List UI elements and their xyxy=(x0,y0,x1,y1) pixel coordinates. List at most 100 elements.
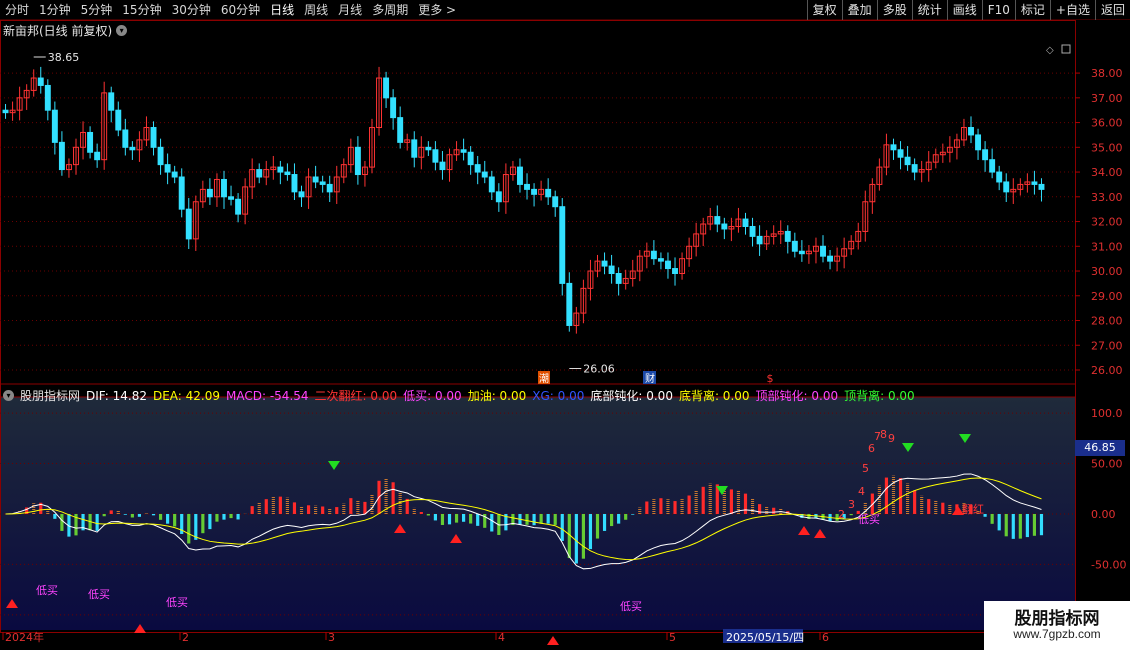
candle-body xyxy=(87,131,94,153)
candle-body xyxy=(439,161,446,171)
candle-body xyxy=(968,127,974,136)
candle-body xyxy=(298,191,305,198)
candle-body xyxy=(890,144,897,151)
maximize-icon xyxy=(1061,44,1071,54)
candle-body xyxy=(474,164,481,173)
toolbar-action-button[interactable]: 叠加 xyxy=(841,0,877,20)
timeframe-tab[interactable]: 60分钟 xyxy=(216,1,265,18)
candle-body xyxy=(897,149,904,158)
candle-body xyxy=(432,149,439,163)
price-axis-label: 28.00 xyxy=(1091,315,1123,328)
candle-body xyxy=(157,146,164,166)
timeframe-tab[interactable]: 周线 xyxy=(299,1,333,18)
candle-body xyxy=(37,77,44,86)
main-chart[interactable]: 38.00 37.00 36.00 35.00 34.00 33.00 32.00 31.00… xyxy=(0,20,1130,650)
event-marker-cai-text: 财 xyxy=(645,372,655,385)
toolbar-action-button[interactable]: 统计 xyxy=(911,0,947,20)
candle-body xyxy=(791,240,798,252)
candle-body xyxy=(608,265,615,275)
watermark: 股朋指标网 www.7gpzb.com xyxy=(984,601,1130,650)
candle-body xyxy=(256,169,263,178)
timeframe-tab[interactable]: 月线 xyxy=(333,1,367,18)
low-buy-signal-label: 低买 xyxy=(620,600,642,613)
event-marker-dollar: $ xyxy=(767,372,774,385)
candle-body xyxy=(354,146,361,176)
toolbar-action-button[interactable]: 画线 xyxy=(946,0,982,20)
indicator-value: 低买: 0.00 xyxy=(403,389,462,403)
candle-body xyxy=(488,176,495,193)
toolbar-action-button[interactable]: 多股 xyxy=(876,0,912,20)
candle-body xyxy=(650,250,657,260)
price-axis-label: 30.00 xyxy=(1091,265,1123,278)
candle-body xyxy=(672,268,678,275)
candle-body xyxy=(235,198,242,215)
timeframe-tab[interactable]: 15分钟 xyxy=(117,1,166,18)
price-axis-label: 36.00 xyxy=(1091,117,1123,130)
price-axis-label: 29.00 xyxy=(1091,290,1123,303)
candle-body xyxy=(601,260,608,267)
price-axis-label: 37.00 xyxy=(1091,92,1123,105)
candle-body xyxy=(319,181,326,185)
candle-body xyxy=(615,273,622,284)
candle-body xyxy=(129,146,136,151)
toolbar-action-button[interactable]: 返回 xyxy=(1094,0,1130,20)
indicator-value: 底背离: 0.00 xyxy=(678,389,750,403)
candle-body xyxy=(911,164,918,173)
candle-body xyxy=(559,206,566,284)
candle-body xyxy=(517,166,523,185)
candle-body xyxy=(904,156,911,166)
toolbar-action-button[interactable]: F10 xyxy=(981,0,1015,20)
candle-body xyxy=(164,164,171,173)
timeframe-tab[interactable]: 多周期 xyxy=(367,1,413,18)
candle-body xyxy=(481,171,488,178)
indicator-header: ▾ 股朋指标网 DIF: 14.82 DEA: 42.09 MACD: -54.54… xyxy=(3,387,915,404)
low-buy-signal-label: 低买 xyxy=(858,513,880,526)
candle-body xyxy=(657,258,664,262)
timeframe-tab[interactable]: 分时 xyxy=(0,1,34,18)
candle-body xyxy=(51,109,58,143)
toolbar-action-button[interactable]: 复权 xyxy=(806,0,842,20)
count-label: 3 xyxy=(848,498,855,511)
count-label: 6 xyxy=(868,442,875,455)
candle-body xyxy=(1003,181,1010,193)
timeframe-tab[interactable]: 5分钟 xyxy=(76,1,118,18)
low-buy-signal-label: 低买 xyxy=(88,588,110,601)
indicator-value: DEA: 42.09 xyxy=(152,388,221,403)
candle-body xyxy=(326,183,333,193)
candle-body xyxy=(996,171,1003,183)
indicator-name: 股朋指标网 xyxy=(20,389,81,403)
candle-body xyxy=(495,191,502,203)
price-axis-label: 26.00 xyxy=(1091,364,1123,377)
toolbar-action-button[interactable]: +自选 xyxy=(1049,0,1095,20)
top-toolbar: 分时 1分钟 5分钟 15分钟 30分钟 60分钟 日线 周线 月线 多周期 更多 > 复权 叠加 多股… xyxy=(0,0,1130,20)
timeframe-tab[interactable]: 日线 xyxy=(265,1,299,18)
candle-body xyxy=(122,129,129,148)
count-label: 8 xyxy=(880,428,887,441)
count-label: 4 xyxy=(858,485,865,498)
indicator-value: 加油: 0.00 xyxy=(467,389,527,403)
date-axis-label: 6 xyxy=(822,631,829,644)
candle-body xyxy=(749,225,756,237)
toolbar-action-button[interactable]: 标记 xyxy=(1014,0,1050,20)
candle-body xyxy=(291,174,298,193)
watermark-title: 股朋指标网 xyxy=(1014,609,1100,629)
candle-body xyxy=(390,97,397,119)
price-axis-label: 31.00 xyxy=(1091,240,1123,253)
price-axis-label: 38.00 xyxy=(1091,67,1123,80)
candle-body xyxy=(277,166,284,173)
timeframe-tab[interactable]: 30分钟 xyxy=(167,1,216,18)
timeframe-tabs: 分时 1分钟 5分钟 15分钟 30分钟 60分钟 日线 周线 月线 多周期 更多 > xyxy=(0,0,461,20)
count-label: 2 xyxy=(838,508,845,521)
indicator-value: MACD: -54.54 xyxy=(226,388,309,403)
low-buy-signal-label: 低买 xyxy=(166,596,188,609)
toolbar-actions: 复权 叠加 多股 统计 画线 F10 标记 +自选 返回 xyxy=(806,0,1130,20)
chevron-down-icon[interactable]: ▾ xyxy=(3,390,14,401)
timeframe-tab[interactable]: 1分钟 xyxy=(34,1,76,18)
indicator-value: 二次翻红: 0.00 xyxy=(314,389,398,403)
candle-body xyxy=(460,149,467,153)
timeframe-tab[interactable]: 更多 > xyxy=(413,1,461,18)
candle-body xyxy=(566,282,573,326)
diamond-icon: ◇ xyxy=(1046,45,1054,56)
indicator-value: DIF: 14.82 xyxy=(86,388,147,403)
candle-body xyxy=(989,159,996,173)
